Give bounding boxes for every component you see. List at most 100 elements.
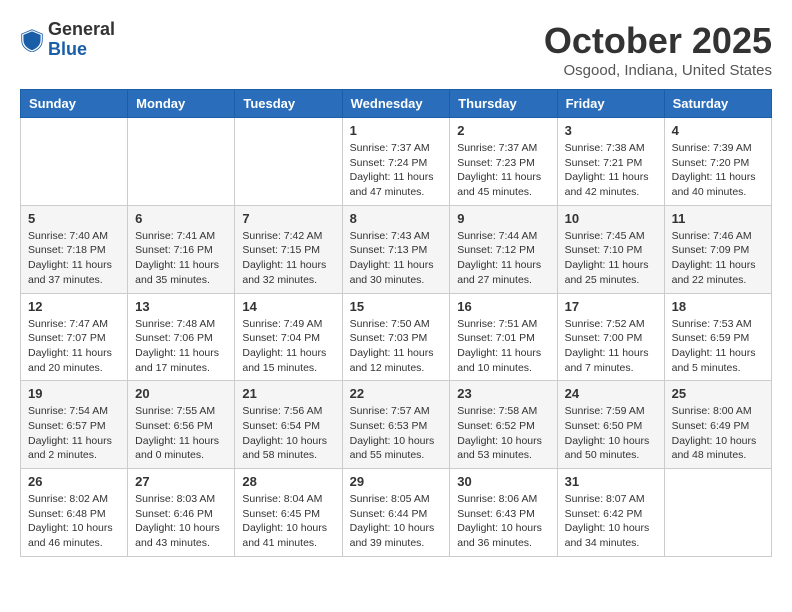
calendar-day-14: 14 Sunrise: 7:49 AM Sunset: 7:04 PM Dayli… [235,293,342,381]
day-info: Sunrise: 7:53 AM Sunset: 6:59 PM Dayligh… [672,317,764,376]
calendar-day-30: 30 Sunrise: 8:06 AM Sunset: 6:43 PM Dayli… [450,469,557,557]
calendar-day-27: 27Sunrise: 8:03 AM Sunset: 6:46 PM Dayli… [128,469,235,557]
calendar-empty-cell [128,118,235,206]
day-info: Sunrise: 8:03 AM Sunset: 6:46 PM Dayligh… [135,492,227,551]
calendar-day-1: 1 Sunrise: 7:37 AM Sunset: 7:24 PM Daylig… [342,118,450,206]
calendar-week-row: 1 Sunrise: 7:37 AM Sunset: 7:24 PM Daylig… [21,118,772,206]
logo-general-text: General [48,19,115,39]
day-info: Sunrise: 7:37 AM Sunset: 7:23 PM Dayligh… [457,141,549,200]
calendar-day-23: 23 Sunrise: 7:58 AM Sunset: 6:52 PM Dayli… [450,381,557,469]
calendar-day-12: 12 Sunrise: 7:47 AM Sunset: 7:07 PM Dayli… [21,293,128,381]
weekday-header-sunday: Sunday [21,90,128,118]
day-number: 17 [565,299,657,314]
day-info: Sunrise: 8:02 AM Sunset: 6:48 PM Dayligh… [28,492,120,551]
calendar-empty-cell [235,118,342,206]
day-info: Sunrise: 7:54 AM Sunset: 6:57 PM Dayligh… [28,404,120,463]
day-number: 10 [565,211,657,226]
calendar-week-row: 5 Sunrise: 7:40 AM Sunset: 7:18 PM Daylig… [21,205,772,293]
day-info: Sunrise: 7:51 AM Sunset: 7:01 PM Dayligh… [457,317,549,376]
calendar-day-17: 17 Sunrise: 7:52 AM Sunset: 7:00 PM Dayli… [557,293,664,381]
day-number: 31 [565,474,657,489]
calendar-day-22: 22 Sunrise: 7:57 AM Sunset: 6:53 PM Dayli… [342,381,450,469]
day-info: Sunrise: 8:00 AM Sunset: 6:49 PM Dayligh… [672,404,764,463]
weekday-header-saturday: Saturday [664,90,771,118]
day-info: Sunrise: 8:05 AM Sunset: 6:44 PM Dayligh… [350,492,443,551]
day-number: 1 [350,123,443,138]
day-number: 28 [242,474,334,489]
calendar-day-2: 2 Sunrise: 7:37 AM Sunset: 7:23 PM Daylig… [450,118,557,206]
day-number: 13 [135,299,227,314]
day-number: 30 [457,474,549,489]
calendar-day-7: 7 Sunrise: 7:42 AM Sunset: 7:15 PM Daylig… [235,205,342,293]
calendar-day-24: 24Sunrise: 7:59 AM Sunset: 6:50 PM Dayli… [557,381,664,469]
day-info: Sunrise: 8:06 AM Sunset: 6:43 PM Dayligh… [457,492,549,551]
weekday-header-tuesday: Tuesday [235,90,342,118]
weekday-header-row: SundayMondayTuesdayWednesdayThursdayFrid… [21,90,772,118]
logo-text: General Blue [48,20,115,60]
day-number: 4 [672,123,764,138]
calendar-day-9: 9Sunrise: 7:44 AM Sunset: 7:12 PM Daylig… [450,205,557,293]
day-info: Sunrise: 7:49 AM Sunset: 7:04 PM Dayligh… [242,317,334,376]
day-info: Sunrise: 7:52 AM Sunset: 7:00 PM Dayligh… [565,317,657,376]
calendar-day-19: 19 Sunrise: 7:54 AM Sunset: 6:57 PM Dayli… [21,381,128,469]
day-info: Sunrise: 7:50 AM Sunset: 7:03 PM Dayligh… [350,317,443,376]
logo: General Blue [20,20,115,60]
calendar-day-4: 4 Sunrise: 7:39 AM Sunset: 7:20 PM Daylig… [664,118,771,206]
day-number: 2 [457,123,549,138]
calendar-day-18: 18Sunrise: 7:53 AM Sunset: 6:59 PM Dayli… [664,293,771,381]
day-info: Sunrise: 8:04 AM Sunset: 6:45 PM Dayligh… [242,492,334,551]
calendar-day-8: 8 Sunrise: 7:43 AM Sunset: 7:13 PM Daylig… [342,205,450,293]
day-number: 16 [457,299,549,314]
calendar-week-row: 12 Sunrise: 7:47 AM Sunset: 7:07 PM Dayli… [21,293,772,381]
day-info: Sunrise: 7:46 AM Sunset: 7:09 PM Dayligh… [672,229,764,288]
weekday-header-wednesday: Wednesday [342,90,450,118]
calendar-day-6: 6 Sunrise: 7:41 AM Sunset: 7:16 PM Daylig… [128,205,235,293]
calendar-day-5: 5 Sunrise: 7:40 AM Sunset: 7:18 PM Daylig… [21,205,128,293]
day-info: Sunrise: 7:58 AM Sunset: 6:52 PM Dayligh… [457,404,549,463]
calendar-day-10: 10Sunrise: 7:45 AM Sunset: 7:10 PM Dayli… [557,205,664,293]
day-number: 23 [457,386,549,401]
day-number: 11 [672,211,764,226]
day-number: 3 [565,123,657,138]
calendar-day-11: 11 Sunrise: 7:46 AM Sunset: 7:09 PM Dayli… [664,205,771,293]
day-info: Sunrise: 7:37 AM Sunset: 7:24 PM Dayligh… [350,141,443,200]
calendar-day-21: 21Sunrise: 7:56 AM Sunset: 6:54 PM Dayli… [235,381,342,469]
day-info: Sunrise: 7:40 AM Sunset: 7:18 PM Dayligh… [28,229,120,288]
weekday-header-friday: Friday [557,90,664,118]
day-number: 6 [135,211,227,226]
weekday-header-monday: Monday [128,90,235,118]
month-title: October 2025 [544,20,772,62]
day-info: Sunrise: 7:39 AM Sunset: 7:20 PM Dayligh… [672,141,764,200]
day-number: 25 [672,386,764,401]
calendar-day-3: 3Sunrise: 7:38 AM Sunset: 7:21 PM Daylig… [557,118,664,206]
day-info: Sunrise: 7:57 AM Sunset: 6:53 PM Dayligh… [350,404,443,463]
calendar-day-31: 31Sunrise: 8:07 AM Sunset: 6:42 PM Dayli… [557,469,664,557]
day-number: 7 [242,211,334,226]
day-number: 14 [242,299,334,314]
day-number: 29 [350,474,443,489]
day-info: Sunrise: 7:43 AM Sunset: 7:13 PM Dayligh… [350,229,443,288]
day-number: 12 [28,299,120,314]
day-info: Sunrise: 7:47 AM Sunset: 7:07 PM Dayligh… [28,317,120,376]
day-number: 22 [350,386,443,401]
day-number: 19 [28,386,120,401]
day-number: 15 [350,299,443,314]
calendar-table: SundayMondayTuesdayWednesdayThursdayFrid… [20,89,772,557]
day-info: Sunrise: 7:41 AM Sunset: 7:16 PM Dayligh… [135,229,227,288]
page-header: General Blue October 2025 Osgood, Indian… [20,20,772,79]
day-number: 8 [350,211,443,226]
day-number: 20 [135,386,227,401]
calendar-day-20: 20Sunrise: 7:55 AM Sunset: 6:56 PM Dayli… [128,381,235,469]
calendar-week-row: 19 Sunrise: 7:54 AM Sunset: 6:57 PM Dayli… [21,381,772,469]
day-number: 9 [457,211,549,226]
logo-icon [20,28,44,52]
calendar-empty-cell [21,118,128,206]
calendar-day-29: 29 Sunrise: 8:05 AM Sunset: 6:44 PM Dayli… [342,469,450,557]
day-number: 5 [28,211,120,226]
day-info: Sunrise: 7:42 AM Sunset: 7:15 PM Dayligh… [242,229,334,288]
day-info: Sunrise: 7:56 AM Sunset: 6:54 PM Dayligh… [242,404,334,463]
logo-blue-text: Blue [48,39,87,59]
calendar-week-row: 26Sunrise: 8:02 AM Sunset: 6:48 PM Dayli… [21,469,772,557]
calendar-empty-cell [664,469,771,557]
day-info: Sunrise: 7:48 AM Sunset: 7:06 PM Dayligh… [135,317,227,376]
